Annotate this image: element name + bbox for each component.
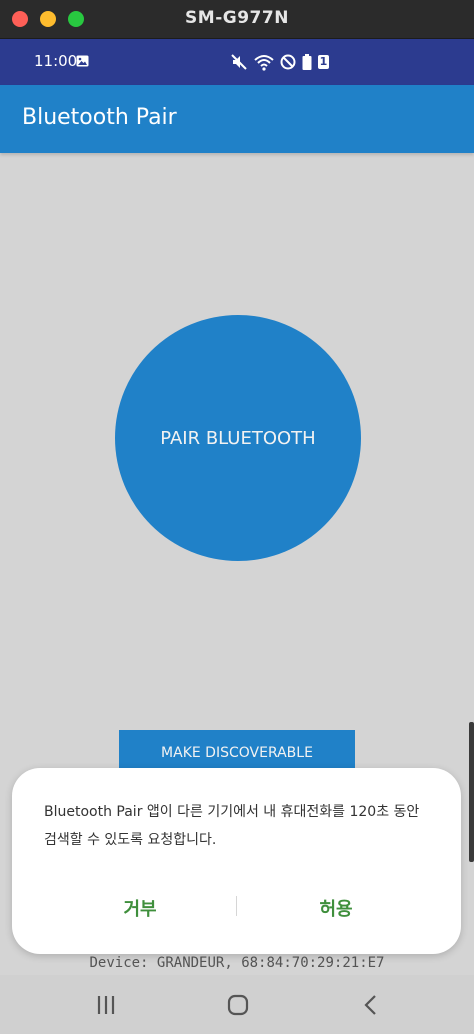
window-title: SM-G977N [185,8,289,28]
image-icon [76,55,89,67]
device-info-text: Device: GRANDEUR, 68:84:70:29:21:E7 [89,955,385,971]
app-title: Bluetooth Pair [22,105,177,130]
navigation-bar [0,975,474,1034]
battery-icon [302,54,312,70]
window-title-bar: SM-G977N [0,0,474,39]
wifi-icon [254,55,274,71]
status-icons: 1 [230,52,329,72]
home-icon [227,994,249,1016]
status-time: 11:00 [34,52,78,70]
status-bar: 11:00 1 [0,39,474,85]
dialog-message: Bluetooth Pair 앱이 다른 기기에서 내 휴대전화를 120초 동… [44,804,420,848]
back-button[interactable] [356,990,386,1020]
dialog-button-divider [236,896,237,916]
back-icon [364,995,376,1015]
do-not-disturb-icon [280,54,296,70]
allow-button[interactable]: 허용 [256,888,416,928]
mute-icon [231,54,247,70]
side-scroll-handle[interactable] [469,722,474,862]
notification-count-badge: 1 [318,55,329,69]
discoverable-permission-dialog: Bluetooth Pair 앱이 다른 기기에서 내 휴대전화를 120초 동… [12,768,461,954]
pair-bluetooth-button[interactable]: PAIR BLUETOOTH [115,315,361,561]
deny-button[interactable]: 거부 [60,888,220,928]
home-button[interactable] [223,990,253,1020]
recents-button[interactable] [91,990,121,1020]
recents-icon [97,996,115,1014]
app-bar: Bluetooth Pair [0,85,474,153]
